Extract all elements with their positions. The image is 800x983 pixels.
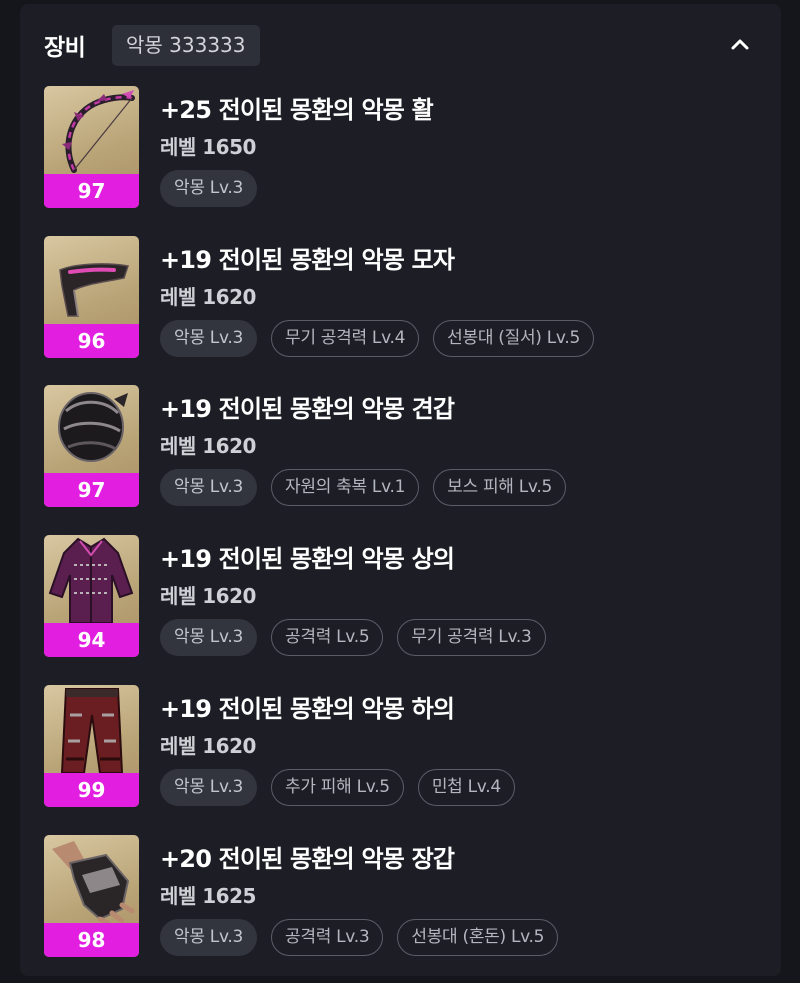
collapse-button[interactable] — [726, 30, 754, 58]
item-name: +25 전이된 몽환의 악몽 활 — [160, 96, 434, 124]
set-tag: 악몽 Lv.3 — [160, 919, 258, 956]
item-thumbnail: 97 — [44, 86, 139, 208]
item-level: 레벨 1620 — [160, 734, 256, 758]
pants-icon — [60, 688, 124, 774]
glove-icon — [52, 841, 135, 925]
item-thumbnail: 96 — [44, 236, 139, 358]
panel-title: 장비 — [44, 35, 86, 61]
item-tags: 악몽 Lv.3 — [160, 170, 258, 207]
item-level: 레벨 1650 — [160, 135, 256, 159]
quality-badge: 99 — [44, 773, 139, 807]
item-level: 레벨 1625 — [160, 884, 256, 908]
item-thumbnail: 98 — [44, 835, 139, 957]
equipment-item-hat[interactable]: 96 +19 전이된 몽환의 악몽 모자 레벨 1620 악몽 Lv.3 무기 … — [20, 236, 781, 362]
set-tag: 악몽 Lv.3 — [160, 469, 258, 506]
item-thumbnail: 99 — [44, 685, 139, 807]
item-tags: 악몽 Lv.3 무기 공격력 Lv.4 선봉대 (질서) Lv.5 — [160, 320, 594, 357]
item-name: +20 전이된 몽환의 악몽 장갑 — [160, 845, 455, 873]
item-tags: 악몽 Lv.3 자원의 축복 Lv.1 보스 피해 Lv.5 — [160, 469, 566, 506]
engraving-tag: 선봉대 (혼돈) Lv.5 — [397, 919, 559, 956]
equipment-item-gloves[interactable]: 98 +20 전이된 몽환의 악몽 장갑 레벨 1625 악몽 Lv.3 공격력… — [20, 835, 781, 961]
set-badge: 악몽 333333 — [112, 25, 260, 66]
item-level: 레벨 1620 — [160, 584, 256, 608]
engraving-tag: 무기 공격력 Lv.4 — [271, 320, 420, 357]
item-level: 레벨 1620 — [160, 434, 256, 458]
item-name: +19 전이된 몽환의 악몽 견갑 — [160, 395, 455, 423]
item-name: +19 전이된 몽환의 악몽 상의 — [160, 545, 455, 573]
chest-armor-icon — [48, 537, 134, 624]
equipment-item-pants[interactable]: 99 +19 전이된 몽환의 악몽 하의 레벨 1620 악몽 Lv.3 추가 … — [20, 685, 781, 811]
item-tags: 악몽 Lv.3 공격력 Lv.3 선봉대 (혼돈) Lv.5 — [160, 919, 559, 956]
mask-icon — [59, 263, 129, 317]
bow-icon — [62, 90, 135, 173]
equipment-item-chest[interactable]: 94 +19 전이된 몽환의 악몽 상의 레벨 1620 악몽 Lv.3 공격력… — [20, 535, 781, 661]
set-tag: 악몽 Lv.3 — [160, 170, 258, 207]
set-tag: 악몽 Lv.3 — [160, 320, 258, 357]
shoulder-icon — [58, 392, 128, 462]
set-tag: 악몽 Lv.3 — [160, 769, 258, 806]
item-name: +19 전이된 몽환의 악몽 하의 — [160, 695, 455, 723]
quality-badge: 94 — [44, 623, 139, 657]
item-level: 레벨 1620 — [160, 285, 256, 309]
quality-badge: 97 — [44, 473, 139, 507]
quality-badge: 96 — [44, 324, 139, 358]
engraving-tag: 보스 피해 Lv.5 — [433, 469, 566, 506]
chevron-up-icon — [731, 39, 749, 50]
engraving-tag: 민첩 Lv.4 — [417, 769, 515, 806]
item-tags: 악몽 Lv.3 공격력 Lv.5 무기 공격력 Lv.3 — [160, 619, 546, 656]
set-tag: 악몽 Lv.3 — [160, 619, 258, 656]
item-tags: 악몽 Lv.3 추가 피해 Lv.5 민첩 Lv.4 — [160, 769, 515, 806]
item-name: +19 전이된 몽환의 악몽 모자 — [160, 246, 455, 274]
equipment-item-bow[interactable]: 97 +25 전이된 몽환의 악몽 활 레벨 1650 악몽 Lv.3 — [20, 86, 781, 212]
engraving-tag: 선봉대 (질서) Lv.5 — [433, 320, 594, 357]
panel-header: 장비 악몽 333333 — [20, 4, 781, 82]
quality-badge: 98 — [44, 923, 139, 957]
item-thumbnail: 97 — [44, 385, 139, 507]
engraving-tag: 자원의 축복 Lv.1 — [271, 469, 420, 506]
engraving-tag: 공격력 Lv.5 — [271, 619, 384, 656]
quality-badge: 97 — [44, 174, 139, 208]
engraving-tag: 무기 공격력 Lv.3 — [397, 619, 546, 656]
equipment-panel: 장비 악몽 333333 97 +25 전이된 몽환의 악몽 활 레벨 1650… — [20, 4, 781, 976]
engraving-tag: 공격력 Lv.3 — [271, 919, 384, 956]
engraving-tag: 추가 피해 Lv.5 — [271, 769, 404, 806]
equipment-item-shoulder[interactable]: 97 +19 전이된 몽환의 악몽 견갑 레벨 1620 악몽 Lv.3 자원의… — [20, 385, 781, 511]
item-thumbnail: 94 — [44, 535, 139, 657]
